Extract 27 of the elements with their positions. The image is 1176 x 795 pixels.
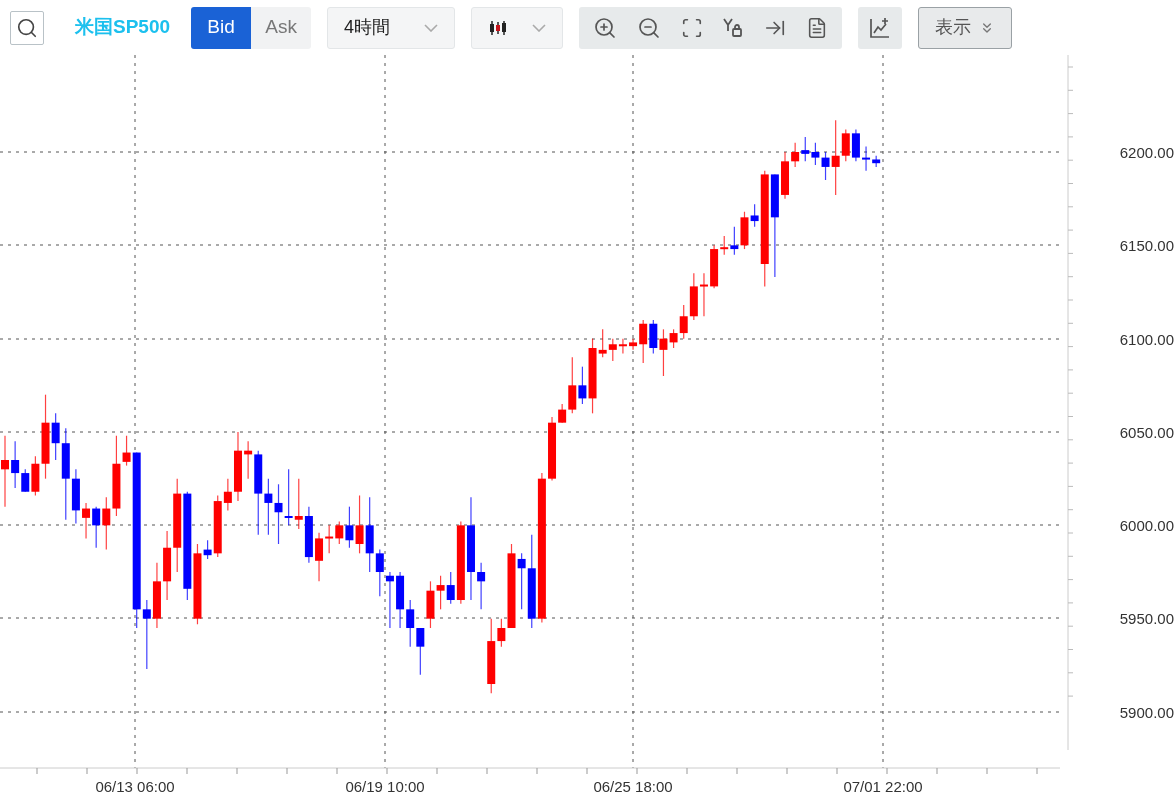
zoom-out-icon <box>636 15 661 40</box>
display-menu-button[interactable]: 表示 <box>918 6 1013 49</box>
price-tab[interactable]: Ask <box>251 6 312 49</box>
price-tab[interactable]: Bid <box>191 6 252 49</box>
chevron-down-icon <box>424 23 439 32</box>
time-label: 06/19 10:00 <box>345 778 425 795</box>
time-label: 07/01 22:00 <box>843 778 923 795</box>
price-label: 6000.00 <box>1119 517 1174 534</box>
price-label: 5900.00 <box>1119 704 1174 721</box>
search-button[interactable] <box>10 10 44 45</box>
candlestick-icon <box>488 19 509 36</box>
time-label: 06/25 18:00 <box>593 778 673 795</box>
timeframe-dropdown[interactable]: 4時間 <box>327 6 456 49</box>
time-label: 06/13 06:00 <box>95 778 175 795</box>
zoom-in-icon <box>592 15 617 40</box>
symbol-name: 米国SP500 <box>75 15 171 40</box>
chevron-down-icon <box>532 23 547 32</box>
price-label: 6200.00 <box>1119 144 1174 161</box>
price-label: 6150.00 <box>1119 237 1174 254</box>
frame-icon <box>680 16 703 39</box>
price-label: 6100.00 <box>1119 331 1174 348</box>
price-label: 5950.00 <box>1119 610 1174 627</box>
indicator-button[interactable] <box>858 6 903 49</box>
chart-type-dropdown[interactable] <box>471 6 564 49</box>
search-icon <box>16 16 38 39</box>
axis-lock-icon <box>722 16 745 39</box>
price-label: 6050.00 <box>1119 424 1174 441</box>
